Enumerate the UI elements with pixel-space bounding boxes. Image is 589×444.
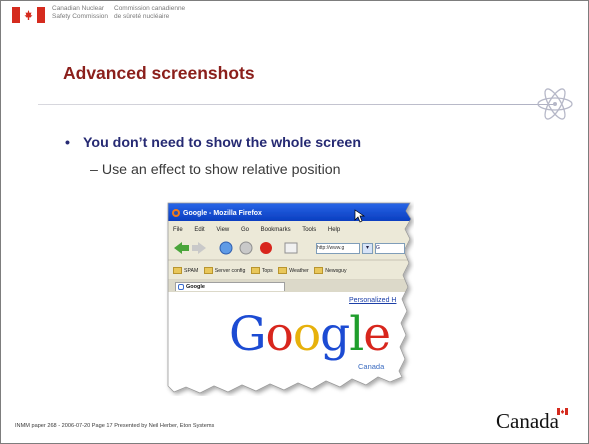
folder-icon: [173, 267, 182, 274]
menu-item-edit: Edit: [194, 227, 205, 233]
embedded-screenshot: Google - Mozilla Firefox File Edit View …: [162, 199, 414, 396]
folder-icon: [250, 267, 260, 274]
bullet-point: • You don’t need to show the whole screen: [65, 135, 361, 151]
search-box: G: [375, 243, 405, 254]
google-canada-label: Canada: [358, 362, 385, 371]
menu-item-view: View: [216, 227, 230, 233]
browser-tab-google: Google: [175, 282, 285, 291]
bookmark-weather: Weather: [278, 267, 309, 274]
google-logo: Google: [229, 307, 391, 362]
canada-wordmark: Canada: [496, 408, 568, 434]
atom-logo-icon: [537, 88, 573, 120]
folder-icon: [314, 267, 324, 274]
bookmark-newsguy: Newsguy: [314, 267, 347, 274]
menu-item-file: File: [173, 227, 183, 233]
folder-icon: [278, 267, 288, 274]
sub-bullet-text: – Use an effect to show relative positio…: [90, 162, 341, 178]
personalized-home-link: Personalized H: [349, 297, 397, 304]
org-name-french: Commission canadienne de sûreté nucléair…: [114, 5, 186, 20]
bookmark-tops: Tops: [250, 267, 273, 274]
bullet-text: You don’t need to show the whole screen: [83, 135, 361, 151]
firefox-window-title: Google - Mozilla Firefox: [183, 210, 262, 217]
menu-item-go: Go: [240, 227, 249, 233]
slide-title: Advanced screenshots: [63, 63, 255, 83]
slide: Canadian Nuclear Safety Commission Commi…: [0, 0, 589, 444]
menu-item-bookmarks: Bookmarks: [260, 227, 291, 233]
bookmark-server-config: Server config: [203, 267, 245, 274]
folder-icon: [203, 267, 213, 274]
address-bar: http://www.g: [316, 243, 360, 254]
firefox-menu-bar: File Edit View Go Bookmarks Tools Help: [173, 227, 350, 233]
bookmarks-toolbar: SPAM Server config Tops Weather Newsguy: [173, 267, 351, 274]
canada-flag-icon: [12, 7, 45, 23]
bookmark-spam: SPAM: [173, 267, 198, 274]
address-dropdown-icon: ▾: [362, 243, 373, 254]
bullet-dot: •: [65, 135, 70, 151]
menu-item-help: Help: [327, 227, 341, 233]
menu-item-tools: Tools: [302, 227, 317, 233]
org-name-english: Canadian Nuclear Safety Commission: [52, 5, 108, 20]
footer-text: INMM paper 268 - 2006-07-20 Page 17 Pres…: [15, 423, 215, 429]
title-divider: [38, 104, 556, 105]
google-favicon-icon: [178, 284, 184, 290]
wordmark-flag-icon: [557, 408, 568, 415]
